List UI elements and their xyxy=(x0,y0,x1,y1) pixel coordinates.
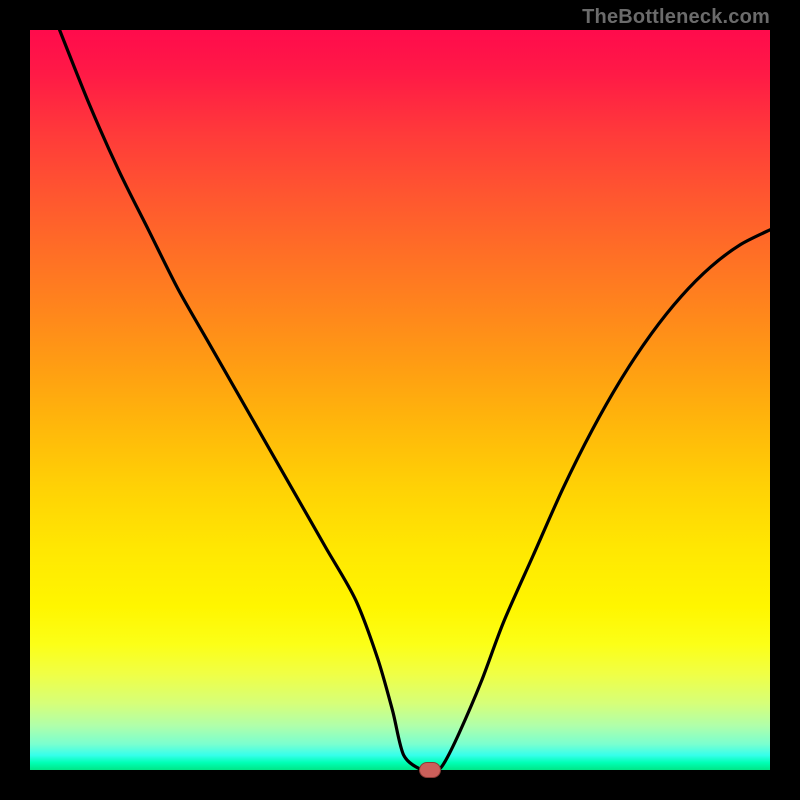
attribution-label: TheBottleneck.com xyxy=(582,6,770,29)
curve-svg xyxy=(30,30,770,770)
plot-area xyxy=(30,30,770,770)
bottleneck-curve xyxy=(60,30,770,771)
chart-container: TheBottleneck.com xyxy=(0,0,800,800)
optimal-marker xyxy=(419,762,441,778)
